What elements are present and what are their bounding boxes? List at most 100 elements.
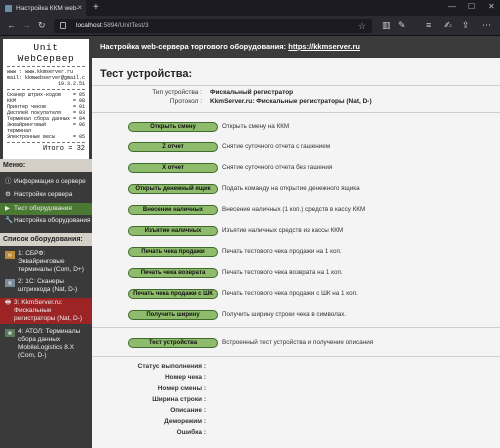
receipt-title: Unit WebСервер xyxy=(17,42,75,64)
bookmark-star-icon[interactable]: ☆ xyxy=(358,19,366,33)
minimize-icon[interactable]: — xyxy=(448,2,456,11)
menu-item-label: Настройки сервера xyxy=(14,191,73,198)
address-bar[interactable]: localhost:5894/UnitTest/3 ☆ xyxy=(54,19,372,33)
z-report-button[interactable]: Z отчет xyxy=(128,142,218,152)
receipt-row-value: = 06 xyxy=(72,122,85,128)
maximize-icon[interactable]: ☐ xyxy=(468,2,475,11)
menu-item-equipment-test[interactable]: ▶ Тест оборудования xyxy=(0,203,98,215)
divider xyxy=(92,356,500,357)
menu-item-label: Тест оборудования xyxy=(14,205,72,212)
command-description: Получить ширину строки чека в символах. xyxy=(222,311,347,318)
command-description: Подать команду на открытие денежного ящи… xyxy=(222,185,360,192)
menu-item-label: Информация о сервере xyxy=(14,178,86,185)
command-row: Печать чека продажи с ШК Печать тестовог… xyxy=(92,289,500,299)
back-arrow-icon[interactable]: ← xyxy=(7,20,16,31)
info-icon: ⓘ xyxy=(5,178,12,185)
equipment-item-label: 3: KkmServer.ru: Фискальные регистраторы… xyxy=(14,299,83,322)
favicon-icon xyxy=(5,4,12,12)
command-description: Открыть смену на ККМ xyxy=(222,123,290,130)
command-row: Печать чека возврата Печать тестового че… xyxy=(92,268,500,278)
menu-item-label: Настройка оборудования xyxy=(14,217,91,224)
equipment-list-heading: Список оборудования: xyxy=(0,233,92,246)
x-report-button[interactable]: X отчет xyxy=(128,163,218,173)
receipt-total: Итого = 32 xyxy=(42,145,85,153)
equipment-item-label: 4: АТОЛ: Терминалы сбора данных MobileLo… xyxy=(18,328,81,359)
menu-heading: Меню: xyxy=(0,159,92,172)
equipment-item-label: 1: СБРФ: Эквайринговые терминалы (Com, D… xyxy=(18,250,84,273)
share-icon[interactable]: ⇪ xyxy=(462,20,470,31)
command-description: Печать тестового чека продажи с ШК на 1 … xyxy=(222,290,358,297)
command-row: Получить ширину Получить ширину строки ч… xyxy=(92,310,500,320)
command-description: Изъятие наличных средств из кассы ККМ xyxy=(222,227,344,234)
print-return-receipt-button[interactable]: Печать чека возврата xyxy=(128,268,218,278)
cash-withdrawal-button[interactable]: Изъятие наличных xyxy=(128,226,218,236)
receipt-version: 10.3.2.51 xyxy=(57,81,85,87)
command-row: Открыть денежный ящик Подать команду на … xyxy=(92,184,500,194)
tab-title: Настройка ККМ web-се xyxy=(16,4,78,12)
command-row: Изъятие наличных Изъятие наличных средст… xyxy=(92,226,500,236)
command-row: Печать чека продажи Печать тестового чек… xyxy=(92,247,500,257)
status-field-label: Ошибка : xyxy=(176,429,206,436)
command-description: Внесение наличных (1 коп.) средств в кас… xyxy=(222,206,366,213)
equipment-item-label: 2: 1С: Сканеры штрихкода (Nat, D-) xyxy=(18,278,78,293)
get-width-button[interactable]: Получить ширину xyxy=(128,310,218,320)
url-path: :5894/UnitTest/3 xyxy=(101,22,149,29)
print-sale-receipt-button[interactable]: Печать чека продажи xyxy=(128,247,218,257)
url-host: localhost xyxy=(76,22,102,29)
menu-item-server-info[interactable]: ⓘ Информация о сервере xyxy=(0,178,92,186)
wrench-icon: 🔧 xyxy=(5,217,14,224)
page-header: Настройка web-сервера торгового оборудов… xyxy=(92,36,500,58)
command-description: Печать тестового чека возврата на 1 коп. xyxy=(222,269,343,276)
browser-tab[interactable]: Настройка ККМ web-се × xyxy=(0,0,86,16)
pen-icon[interactable]: ✍ xyxy=(444,20,452,31)
protocol-label: Протокол : xyxy=(169,98,202,105)
equipment-item-sberbank[interactable]: ▤ 1: СБРФ: Эквайринговые терминалы (Com,… xyxy=(0,250,90,274)
equipment-item-scanner[interactable]: ▥ 2: 1С: Сканеры штрихкода (Nat, D-) xyxy=(0,278,90,294)
new-tab-icon[interactable]: + xyxy=(93,2,99,13)
command-description: Снятие суточного отчета с гашением xyxy=(222,143,331,150)
receipt-row-value: = 05 xyxy=(72,134,85,140)
command-row: Внесение наличных Внесение наличных (1 к… xyxy=(92,205,500,215)
receipt-separator xyxy=(7,142,85,143)
command-row: X отчет Снятие суточного отчета без гаше… xyxy=(92,163,500,173)
more-menu-icon[interactable]: ⋯ xyxy=(482,20,491,31)
page-title: Тест устройства: xyxy=(100,68,193,80)
receipt-row: Эквайринговый терминал = 06 xyxy=(7,122,85,134)
header-text: Настройка web-сервера торгового оборудов… xyxy=(100,42,289,51)
status-field-label: Деморежим : xyxy=(164,418,206,425)
printer-icon: 🖶 xyxy=(5,299,12,306)
reload-icon[interactable]: ↻ xyxy=(38,20,46,31)
command-description: Встроенный тест устройства и получение о… xyxy=(222,339,374,346)
receipt-row-label: Эквайринговый терминал xyxy=(7,122,47,134)
receipt-separator xyxy=(7,89,85,90)
close-tab-icon[interactable]: × xyxy=(77,3,82,12)
terminal-icon: ▤ xyxy=(5,251,15,259)
page-info-icon[interactable] xyxy=(60,22,66,29)
open-shift-button[interactable]: Открыть смену xyxy=(128,122,218,132)
equipment-item-data-terminal[interactable]: ▦ 4: АТОЛ: Терминалы сбора данных Mobile… xyxy=(0,328,90,360)
receipt-logo: Unit WebСервер www : www.kkmserver.ru ma… xyxy=(3,39,89,159)
reading-list-icon[interactable]: ✎ xyxy=(398,20,406,31)
browser-nav-bar: ← → ↻ localhost:5894/UnitTest/3 ☆ ▥ ✎ ≡ … xyxy=(0,16,500,36)
equipment-item-fiscal-registrar[interactable]: 🖶 3: KkmServer.ru: Фискальные регистрато… xyxy=(0,298,98,324)
window-close-icon[interactable]: ✕ xyxy=(488,2,495,11)
device-self-test-button[interactable]: Тест устройства xyxy=(128,338,218,348)
divider xyxy=(92,112,500,113)
header-link[interactable]: https://kkmserver.ru xyxy=(288,42,360,51)
play-icon: ▶ xyxy=(5,205,10,212)
print-sale-receipt-barcode-button[interactable]: Печать чека продажи с ШК xyxy=(128,289,218,299)
menu-item-server-settings[interactable]: ⚙ Настройки сервера xyxy=(0,191,92,199)
status-field-label: Номер чека : xyxy=(164,374,206,381)
library-icon[interactable]: ≡ xyxy=(426,20,431,31)
menu-item-equipment-settings[interactable]: 🔧 Настройка оборудования xyxy=(0,217,92,225)
forward-arrow-icon[interactable]: → xyxy=(22,20,31,31)
command-row: Z отчет Снятие суточного отчета с гашени… xyxy=(92,142,500,152)
sidebar: Unit WebСервер www : www.kkmserver.ru ma… xyxy=(0,36,98,448)
cash-deposit-button[interactable]: Внесение наличных xyxy=(128,205,218,215)
status-field-label: Ширина строки : xyxy=(152,396,206,403)
receipt-row: Электронные весы = 05 xyxy=(7,134,85,140)
reader-view-icon[interactable]: ▥ xyxy=(382,20,391,31)
command-row: Открыть смену Открыть смену на ККМ xyxy=(92,122,500,132)
open-cash-drawer-button[interactable]: Открыть денежный ящик xyxy=(128,184,218,194)
divider xyxy=(92,85,500,86)
